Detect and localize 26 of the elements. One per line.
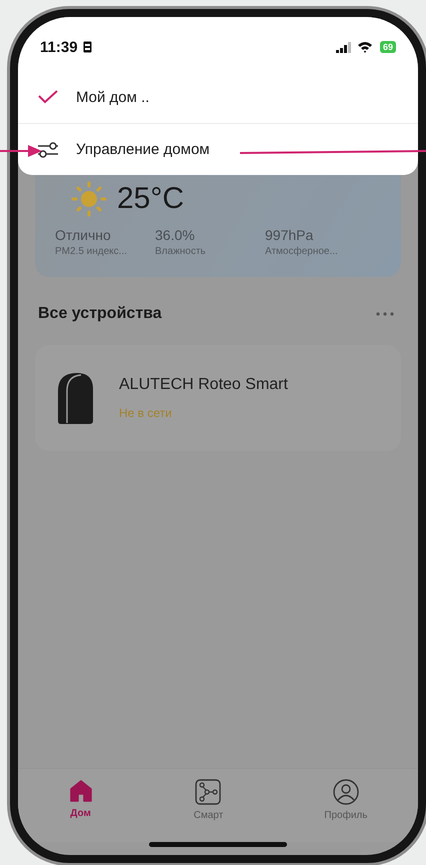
section-title: Все устройства (38, 305, 162, 323)
stat-label: Атмосферное... (265, 246, 339, 257)
stat-value: Отлично (55, 227, 112, 243)
nodes-icon (195, 779, 222, 805)
sun-icon (71, 181, 107, 217)
stat-label: Влажность (155, 246, 207, 257)
wifi-icon (356, 41, 373, 53)
temperature: 25°C (117, 182, 184, 216)
sim-icon (82, 41, 92, 53)
more-icon[interactable] (376, 312, 394, 316)
menu-item[interactable]: Мой дом .. (18, 71, 418, 123)
check-icon (38, 90, 58, 104)
status-time: 11:39 (40, 38, 78, 56)
device-drawing (55, 371, 95, 425)
stat-value: 36.0% (155, 227, 196, 243)
signal-icon (336, 42, 352, 52)
profile-icon (332, 779, 359, 805)
home-icon (68, 779, 93, 803)
stat-value: 997hPa (265, 227, 314, 243)
sliders-icon (37, 140, 59, 158)
device-status: Не в сети (119, 406, 173, 420)
device-name: ALUTECH Roteo Smart (119, 376, 288, 394)
battery-level: 69 (380, 41, 396, 53)
annotation-arrow (0, 144, 42, 158)
device-card[interactable]: ALUTECH Roteo Smart Не в сети (35, 345, 401, 451)
stat-label: PM2.5 индекс... (55, 246, 128, 257)
